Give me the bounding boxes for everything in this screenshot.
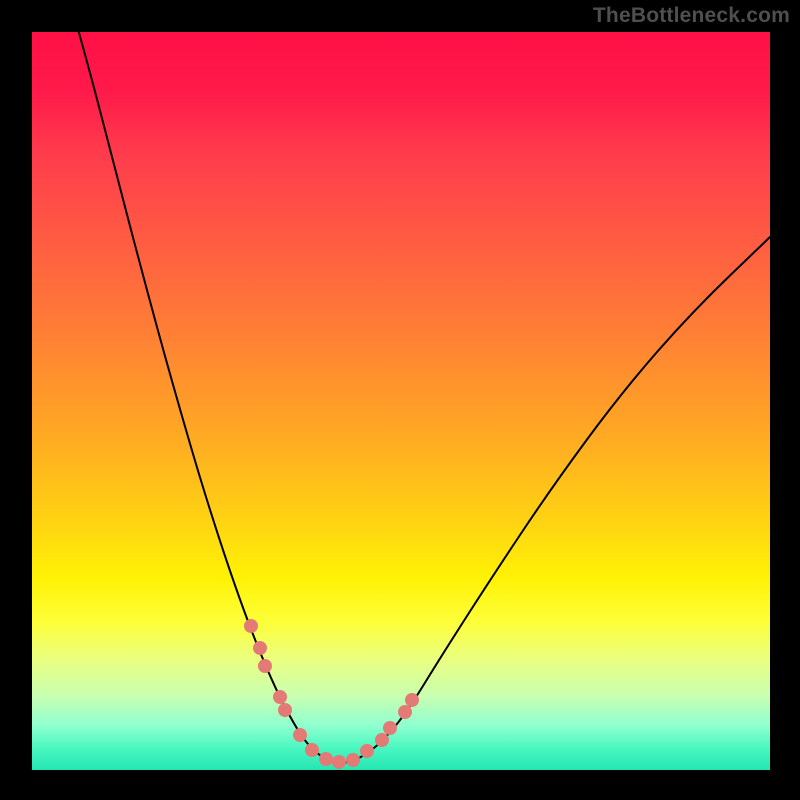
- curve-marker: [346, 753, 360, 767]
- curve-marker: [383, 721, 397, 735]
- curve-marker: [278, 703, 292, 717]
- plot-area: [32, 32, 770, 770]
- curve-marker: [305, 743, 319, 757]
- curve-marker: [273, 690, 287, 704]
- bottleneck-curve: [76, 32, 770, 763]
- curve-marker: [405, 693, 419, 707]
- curve-marker: [319, 752, 333, 766]
- curve-marker: [398, 705, 412, 719]
- marker-group: [244, 619, 419, 769]
- chart-stage: TheBottleneck.com: [0, 0, 800, 800]
- curve-marker: [360, 744, 374, 758]
- curve-marker: [258, 659, 272, 673]
- curve-marker: [375, 733, 389, 747]
- curve-marker: [332, 755, 346, 769]
- curve-marker: [293, 728, 307, 742]
- curve-svg: [32, 32, 770, 770]
- watermark-text: TheBottleneck.com: [593, 4, 790, 28]
- curve-marker: [244, 619, 258, 633]
- curve-marker: [253, 641, 267, 655]
